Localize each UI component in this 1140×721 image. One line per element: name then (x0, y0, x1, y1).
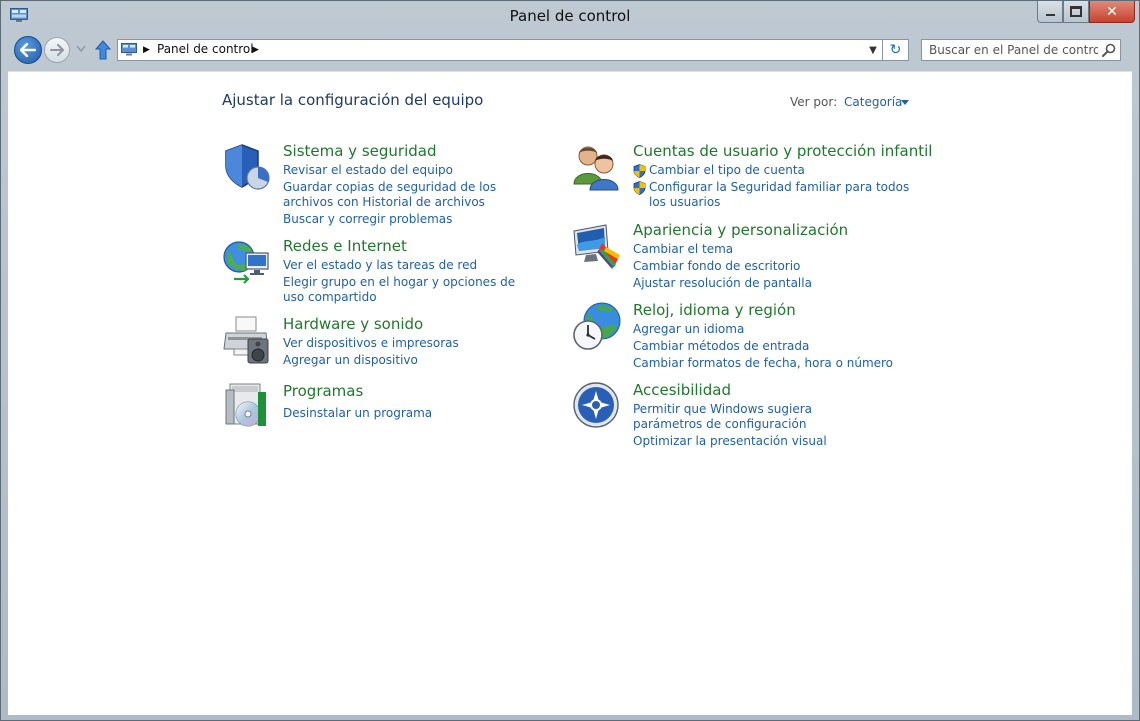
category-title-clock-language-region[interactable]: Reloj, idioma y región (633, 301, 933, 320)
network-globe-icon[interactable] (222, 237, 272, 287)
maximize-button[interactable] (1063, 1, 1089, 23)
breadcrumb-control-panel[interactable]: Panel de control (157, 42, 254, 56)
shield-icon[interactable] (222, 142, 272, 192)
close-button[interactable]: ✕ (1089, 1, 1135, 23)
link-file-history-backup[interactable]: Guardar copias de seguridad de los archi… (283, 180, 545, 210)
page-title: Ajustar la configuración del equipo (222, 91, 484, 109)
category-body: Apariencia y personalización Cambiar el … (633, 221, 933, 291)
printer-icon[interactable] (222, 315, 272, 365)
category-title-appearance[interactable]: Apariencia y personalización (633, 221, 933, 240)
category-title-hardware-sound[interactable]: Hardware y sonido (283, 315, 583, 334)
chevron-down-icon: ▼ (869, 44, 877, 56)
link-add-language[interactable]: Agregar un idioma (633, 322, 933, 337)
back-arrow-icon (20, 43, 36, 57)
link-homegroup-sharing[interactable]: Elegir grupo en el hogar y opciones de u… (283, 275, 518, 305)
search-box[interactable] (921, 39, 1121, 61)
category-body: Reloj, idioma y región Agregar un idioma… (633, 301, 933, 371)
breadcrumb-chevron-icon[interactable]: ▶ (143, 45, 150, 55)
link-devices-printers[interactable]: Ver dispositivos e impresoras (283, 336, 583, 351)
uac-shield-icon (633, 164, 646, 178)
link-change-theme[interactable]: Cambiar el tema (633, 242, 933, 257)
link-network-status-tasks[interactable]: Ver el estado y las tareas de red (283, 258, 583, 273)
link-optimize-visual-display[interactable]: Optimizar la presentación visual (633, 434, 933, 449)
forward-arrow-icon (50, 44, 64, 56)
users-icon[interactable] (572, 142, 622, 192)
navigation-bar: ▶ Panel de control ▶ ▼ ↻ (1, 33, 1139, 67)
search-input[interactable] (922, 40, 1098, 60)
link-add-device[interactable]: Agregar un dispositivo (283, 353, 583, 368)
control-panel-address-icon (121, 43, 137, 56)
recent-locations-chevron-icon[interactable] (76, 45, 86, 53)
link-change-desktop-background[interactable]: Cambiar fondo de escritorio (633, 259, 933, 274)
view-by-caret-icon[interactable] (901, 100, 909, 105)
minimize-button[interactable] (1037, 1, 1063, 23)
accessibility-icon[interactable] (572, 381, 622, 431)
category-body: Programas Desinstalar un programa (283, 382, 583, 421)
appearance-icon[interactable] (572, 221, 622, 271)
link-family-safety[interactable]: Configurar la Seguridad familiar para to… (633, 180, 911, 210)
category-title-network-internet[interactable]: Redes e Internet (283, 237, 583, 256)
address-bar[interactable]: ▶ Panel de control ▶ ▼ (117, 39, 883, 61)
title-bar[interactable]: Panel de control ✕ (1, 1, 1139, 31)
refresh-button[interactable]: ↻ (883, 39, 909, 61)
search-icon[interactable] (1102, 43, 1116, 57)
link-change-input-methods[interactable]: Cambiar métodos de entrada (633, 339, 933, 354)
forward-button[interactable] (44, 37, 70, 63)
content-area: Ajustar la configuración del equipo Ver … (8, 71, 1132, 715)
link-check-computer-status[interactable]: Revisar el estado del equipo (283, 163, 583, 178)
category-body: Sistema y seguridad Revisar el estado de… (283, 142, 583, 227)
category-title-user-accounts[interactable]: Cuentas de usuario y protección infantil (633, 142, 953, 161)
link-label: Configurar la Seguridad familiar para to… (649, 180, 910, 209)
link-adjust-screen-resolution[interactable]: Ajustar resolución de pantalla (633, 276, 933, 291)
programs-icon[interactable] (222, 382, 272, 432)
back-button[interactable] (14, 36, 42, 64)
link-change-account-type[interactable]: Cambiar el tipo de cuenta (633, 163, 953, 178)
maximize-icon (1070, 6, 1082, 17)
link-label: Cambiar el tipo de cuenta (649, 163, 805, 177)
category-body: Redes e Internet Ver el estado y las tar… (283, 237, 583, 305)
link-windows-suggest-settings[interactable]: Permitir que Windows sugiera parámetros … (633, 402, 883, 432)
refresh-icon: ↻ (889, 42, 902, 58)
up-arrow-icon[interactable] (94, 40, 112, 60)
view-by-dropdown[interactable]: Categoría (844, 95, 902, 109)
breadcrumb-chevron-icon[interactable]: ▶ (252, 45, 259, 55)
link-uninstall-program[interactable]: Desinstalar un programa (283, 406, 583, 421)
category-title-ease-of-access[interactable]: Accesibilidad (633, 381, 933, 400)
category-body: Hardware y sonido Ver dispositivos e imp… (283, 315, 583, 368)
uac-shield-icon (633, 181, 646, 195)
window-title: Panel de control (509, 7, 631, 25)
clock-globe-icon[interactable] (572, 301, 622, 351)
address-dropdown-button[interactable]: ▼ (864, 40, 882, 60)
link-change-date-time-formats[interactable]: Cambiar formatos de fecha, hora o número (633, 356, 933, 371)
minimize-icon (1045, 13, 1055, 16)
view-by-label: Ver por: (790, 95, 838, 109)
close-icon: ✕ (1106, 3, 1118, 20)
category-title-system-security[interactable]: Sistema y seguridad (283, 142, 583, 161)
link-troubleshoot[interactable]: Buscar y corregir problemas (283, 212, 583, 227)
category-title-programs[interactable]: Programas (283, 382, 583, 401)
category-body: Cuentas de usuario y protección infantil… (633, 142, 953, 210)
category-body: Accesibilidad Permitir que Windows sugie… (633, 381, 933, 449)
control-panel-window: Panel de control ✕ ▶ Panel de control ▶ … (0, 0, 1140, 721)
